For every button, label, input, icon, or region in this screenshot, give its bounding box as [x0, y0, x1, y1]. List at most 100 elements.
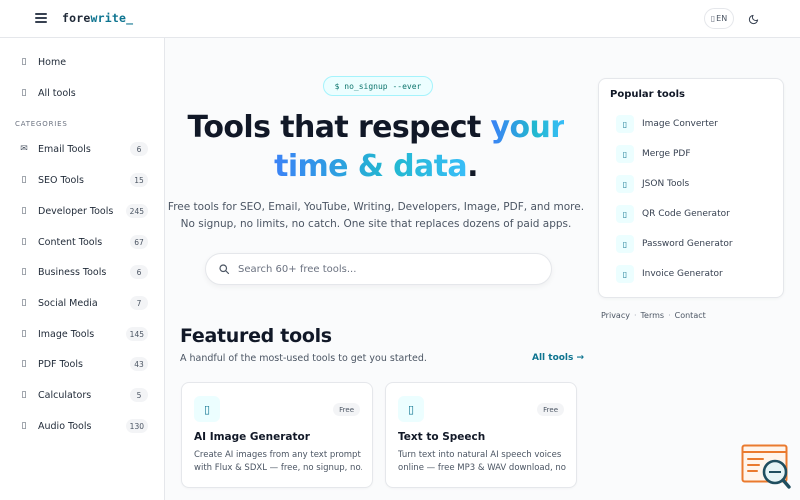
sidebar-item-developer-tools[interactable]: ▯ Developer Tools 245 [0, 198, 165, 224]
sidebar-item-seo-tools[interactable]: ▯ SEO Tools 15 [0, 167, 165, 193]
briefcase-icon: ▯ [21, 267, 27, 277]
sidebar-item-label: Developer Tools [38, 205, 114, 217]
tool-card-title: Text to Speech [398, 431, 486, 443]
hero-title-line-2: time & data. [165, 149, 587, 184]
chat-widget-button[interactable] [741, 444, 791, 490]
sidebar-item-home[interactable]: ▯ Home [0, 49, 165, 75]
popular-item-image-converter[interactable]: ▯ Image Converter [616, 114, 776, 134]
featured-tools-subtitle: A handful of the most-used tools to get … [180, 353, 427, 364]
popular-item-password-generator[interactable]: ▯ Password Generator [616, 234, 776, 254]
free-badge: Free [537, 403, 564, 416]
terms-link[interactable]: Terms [641, 311, 665, 320]
sidebar-item-pdf-tools[interactable]: ▯ PDF Tools 43 [0, 351, 165, 377]
tool-card-text-to-speech[interactable]: ▯ Free Text to Speech Turn text into nat… [385, 382, 577, 488]
theme-toggle-button[interactable] [745, 11, 761, 27]
sidebar-item-email-tools[interactable]: ✉ Email Tools 6 [0, 136, 165, 162]
json-icon: ▯ [616, 175, 634, 193]
sidebar-item-label: Audio Tools [38, 420, 92, 432]
count-badge: 6 [130, 265, 148, 279]
popular-tools-panel: Popular tools ▯ Image Converter ▯ Merge PD… [598, 78, 784, 298]
sidebar-item-all-tools[interactable]: ▯ All tools [0, 80, 165, 106]
sidebar-item-calculators[interactable]: ▯ Calculators 5 [0, 382, 165, 408]
sidebar: ▯ Home ▯ All tools CATEGORIES ✉ Email Tools… [0, 38, 165, 500]
popular-item-label: QR Code Generator [642, 209, 730, 219]
count-badge: 245 [125, 204, 148, 218]
search-bar[interactable] [205, 253, 552, 285]
popular-item-qr-code-generator[interactable]: ▯ QR Code Generator [616, 204, 776, 224]
sidebar-item-business-tools[interactable]: ▯ Business Tools 6 [0, 259, 165, 285]
sidebar-item-label: PDF Tools [38, 358, 83, 370]
free-badge: Free [333, 403, 360, 416]
sidebar-item-image-tools[interactable]: ▯ Image Tools 145 [0, 321, 165, 347]
hero-title-text: Tools that respect [187, 110, 491, 145]
tool-card-description-line: online — free MP3 & WAV download, no... [398, 463, 566, 473]
logo-cursor: _ [126, 11, 134, 25]
sidebar-item-label: Business Tools [38, 266, 107, 278]
count-badge: 5 [130, 388, 148, 402]
menu-icon[interactable] [35, 13, 47, 23]
popular-item-invoice-generator[interactable]: ▯ Invoice Generator [616, 264, 776, 284]
count-badge: 130 [125, 419, 148, 433]
sidebar-item-content-tools[interactable]: ▯ Content Tools 67 [0, 229, 165, 255]
popular-item-label: Merge PDF [642, 149, 691, 159]
sidebar-item-label: Content Tools [38, 236, 103, 248]
mail-icon: ✉ [20, 144, 28, 154]
tool-card-description: Create AI images from any text prompt wi… [194, 449, 362, 475]
hero-title-accent: time & data [274, 149, 468, 184]
site-logo[interactable]: forewrite_ [62, 11, 133, 25]
qr-icon: ▯ [616, 205, 634, 223]
sidebar-item-social-media[interactable]: ▯ Social Media 7 [0, 290, 165, 316]
home-icon: ▯ [21, 57, 27, 67]
popular-item-merge-pdf[interactable]: ▯ Merge PDF [616, 144, 776, 164]
language-label: EN [716, 14, 728, 23]
browser-search-icon [741, 444, 791, 489]
pdf-icon: ▯ [21, 359, 27, 369]
moon-icon [748, 14, 758, 24]
seo-icon: ▯ [21, 175, 27, 185]
tool-card-description-line: with Flux & SDXL — free, no signup, no..… [194, 463, 362, 473]
image-converter-icon: ▯ [616, 115, 634, 133]
sidebar-item-audio-tools[interactable]: ▯ Audio Tools 130 [0, 413, 165, 439]
search-icon [219, 264, 230, 275]
count-badge: 43 [130, 357, 148, 371]
social-icon: ▯ [21, 298, 27, 308]
popular-item-label: Image Converter [642, 119, 718, 129]
merge-pdf-icon: ▯ [616, 145, 634, 163]
popular-item-json-tools[interactable]: ▯ JSON Tools [616, 174, 776, 194]
search-input[interactable] [238, 263, 528, 275]
sidebar-item-label: Email Tools [38, 143, 91, 155]
image-generator-icon: ▯ [194, 396, 220, 422]
featured-tools-heading: Featured tools [180, 325, 332, 347]
popular-item-label: Password Generator [642, 239, 733, 249]
all-tools-link[interactable]: All tools → [532, 353, 584, 363]
popular-tools-heading: Popular tools [610, 89, 685, 100]
popular-item-label: JSON Tools [642, 179, 690, 189]
language-button[interactable]: ▯ EN [704, 8, 734, 29]
privacy-link[interactable]: Privacy [601, 311, 630, 320]
tool-card-ai-image-generator[interactable]: ▯ Free AI Image Generator Create AI imag… [181, 382, 373, 488]
tool-card-description: Turn text into natural AI speech voices … [398, 449, 566, 475]
logo-text-fore: fore [62, 11, 91, 25]
count-badge: 15 [130, 173, 148, 187]
contact-link[interactable]: Contact [675, 311, 706, 320]
grid-icon: ▯ [21, 88, 27, 98]
footer-links: Privacy · Terms · Contact [601, 311, 706, 320]
sidebar-item-label: Social Media [38, 297, 98, 309]
count-badge: 7 [130, 296, 148, 310]
calculator-icon: ▯ [21, 390, 27, 400]
sidebar-item-label: Home [38, 56, 67, 68]
hero-title-line-1: Tools that respect your [165, 110, 587, 145]
top-bar: forewrite_ ▯ EN [0, 0, 800, 38]
sidebar-item-label: All tools [38, 87, 76, 99]
sidebar-item-label: Image Tools [38, 328, 95, 340]
count-badge: 67 [130, 235, 148, 249]
hero-title-period: . [467, 149, 478, 184]
no-signup-badge: $ no_signup --ever [323, 76, 433, 96]
tool-card-title: AI Image Generator [194, 431, 310, 443]
hero-subtitle-line-2: No signup, no limits, no catch. One site… [180, 218, 572, 230]
count-badge: 6 [130, 142, 148, 156]
content-icon: ▯ [21, 237, 27, 247]
sidebar-item-label: SEO Tools [38, 174, 84, 186]
sidebar-item-label: Calculators [38, 389, 92, 401]
image-icon: ▯ [21, 329, 27, 339]
